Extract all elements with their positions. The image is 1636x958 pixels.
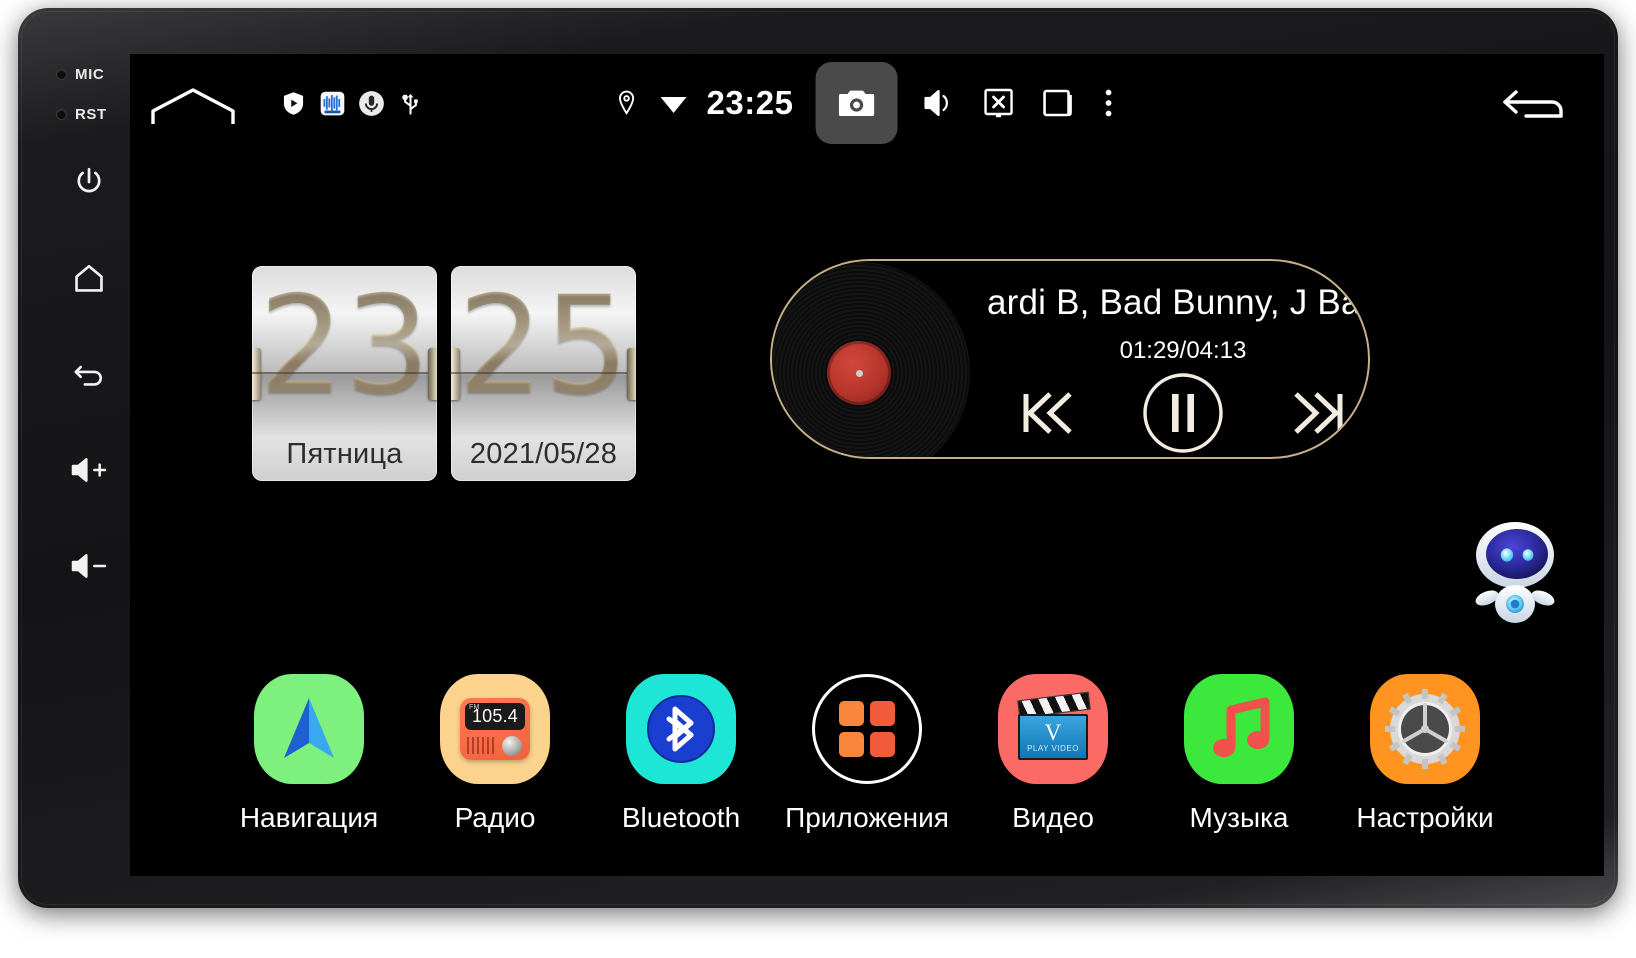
apps-grid-icon <box>812 674 922 784</box>
home-button[interactable] <box>48 230 130 326</box>
radio-band: FM <box>469 704 480 711</box>
app-music[interactable]: Музыка <box>1146 674 1332 834</box>
app-dock: Навигация FM 105.4 Радио Bluetooth Прило… <box>130 674 1604 834</box>
play-pause-button[interactable] <box>1141 371 1225 455</box>
volume-icon[interactable] <box>919 82 957 124</box>
player-controls <box>987 371 1368 455</box>
radio-body: FM 105.4 <box>460 698 530 760</box>
grid-tile <box>870 732 895 757</box>
recents-icon[interactable] <box>1039 82 1077 124</box>
music-note-icon <box>1184 674 1294 784</box>
clock-minute-value: 25 <box>451 270 636 420</box>
mic-indicator: MIC <box>48 54 130 94</box>
volume-up-button[interactable] <box>48 422 130 518</box>
app-label: Видео <box>1012 802 1094 833</box>
power-icon <box>72 165 106 199</box>
settings-gear-icon <box>1370 674 1480 784</box>
back-arrow-icon <box>71 357 107 391</box>
grid-tile <box>839 732 864 757</box>
status-bar: 23:25 <box>130 54 1604 150</box>
notification-icons <box>280 90 424 117</box>
clock-minute-card: 25 2021/05/28 <box>451 266 636 481</box>
location-pin-icon <box>617 82 637 124</box>
clapper-letter: V <box>1044 720 1062 745</box>
usb-icon <box>397 90 424 117</box>
home-outline-icon[interactable] <box>148 84 238 128</box>
radio-speaker-grill-icon <box>467 737 495 754</box>
app-navigation[interactable]: Навигация <box>216 674 402 834</box>
music-player-widget[interactable]: ardi B, Bad Bunny, J Balv 01:29/04:13 <box>770 259 1370 459</box>
head-unit-device: MIC RST 23:25 23 Пятница 25 2021/05/28 a… <box>18 8 1618 908</box>
app-bluetooth[interactable]: Bluetooth <box>588 674 774 834</box>
app-label: Bluetooth <box>621 802 741 833</box>
skip-previous-button[interactable] <box>1018 386 1078 440</box>
flip-divider <box>252 372 437 375</box>
app-label: Радио <box>454 802 536 833</box>
clock-date: 2021/05/28 <box>469 438 618 470</box>
power-button[interactable] <box>48 134 130 230</box>
hinge-icon <box>428 347 437 400</box>
back-button[interactable] <box>48 326 130 422</box>
home-icon <box>71 261 107 295</box>
rst-led-icon <box>56 108 67 120</box>
grid-tile <box>839 701 864 726</box>
touchscreen[interactable]: 23:25 23 Пятница 25 2021/05/28 ardi B, B… <box>130 54 1604 876</box>
screen-off-icon[interactable] <box>979 82 1017 124</box>
app-label: Музыка <box>1189 802 1289 833</box>
mic-label: MIC <box>75 65 105 83</box>
radio-display: FM 105.4 <box>465 703 525 730</box>
hardware-bezel: MIC RST <box>48 54 130 874</box>
microphone-icon <box>358 90 385 117</box>
bluetooth-icon <box>626 674 736 784</box>
clapperboard-icon: V PLAY VIDEO <box>1016 691 1091 762</box>
hinge-icon <box>627 347 636 400</box>
skip-next-button[interactable] <box>1288 386 1348 440</box>
app-radio[interactable]: FM 105.4 Радио <box>402 674 588 834</box>
vinyl-label-icon <box>827 341 891 405</box>
clock-hour-card: 23 Пятница <box>252 266 437 481</box>
camera-icon[interactable] <box>815 62 898 144</box>
volume-up-icon <box>69 455 109 485</box>
more-vertical-icon[interactable] <box>1099 82 1117 124</box>
app-video[interactable]: V PLAY VIDEO Видео <box>960 674 1146 834</box>
app-applications[interactable]: Приложения <box>774 674 960 834</box>
track-title: ardi B, Bad Bunny, J Balv <box>987 283 1370 322</box>
app-label: Приложения <box>785 802 949 833</box>
mic-led-icon <box>56 68 67 80</box>
app-settings[interactable]: Настройки <box>1332 674 1518 834</box>
robot-assistant-icon[interactable] <box>1465 516 1561 624</box>
clapper-text: PLAY VIDEO <box>1027 744 1079 753</box>
navigation-icon <box>254 674 364 784</box>
vinyl-record-icon <box>772 262 970 457</box>
clock-weekday: Пятница <box>286 438 403 470</box>
status-bar-center: 23:25 <box>617 62 1118 144</box>
rst-indicator[interactable]: RST <box>48 94 130 134</box>
flip-divider <box>451 372 636 375</box>
app-label: Настройки <box>1356 802 1494 833</box>
status-bar-clock: 23:25 <box>706 84 794 121</box>
grid-tile <box>870 701 895 726</box>
volume-down-button[interactable] <box>48 518 130 614</box>
app-label: Навигация <box>239 802 379 833</box>
clock-hour-value: 23 <box>252 270 437 420</box>
radio-knob-icon <box>502 736 522 756</box>
radio-icon: FM 105.4 <box>440 674 550 784</box>
status-bar-back-button[interactable] <box>1500 84 1570 126</box>
video-icon: V PLAY VIDEO <box>998 674 1108 784</box>
waveform-app-icon <box>319 90 346 117</box>
shield-play-icon <box>280 90 307 117</box>
wifi-icon <box>659 82 689 124</box>
track-time: 01:29/04:13 <box>1119 337 1247 364</box>
rst-label: RST <box>75 105 107 123</box>
flip-clock-widget[interactable]: 23 Пятница 25 2021/05/28 <box>252 266 636 481</box>
volume-down-icon <box>69 551 109 581</box>
clapper-body: V PLAY VIDEO <box>1018 714 1088 760</box>
